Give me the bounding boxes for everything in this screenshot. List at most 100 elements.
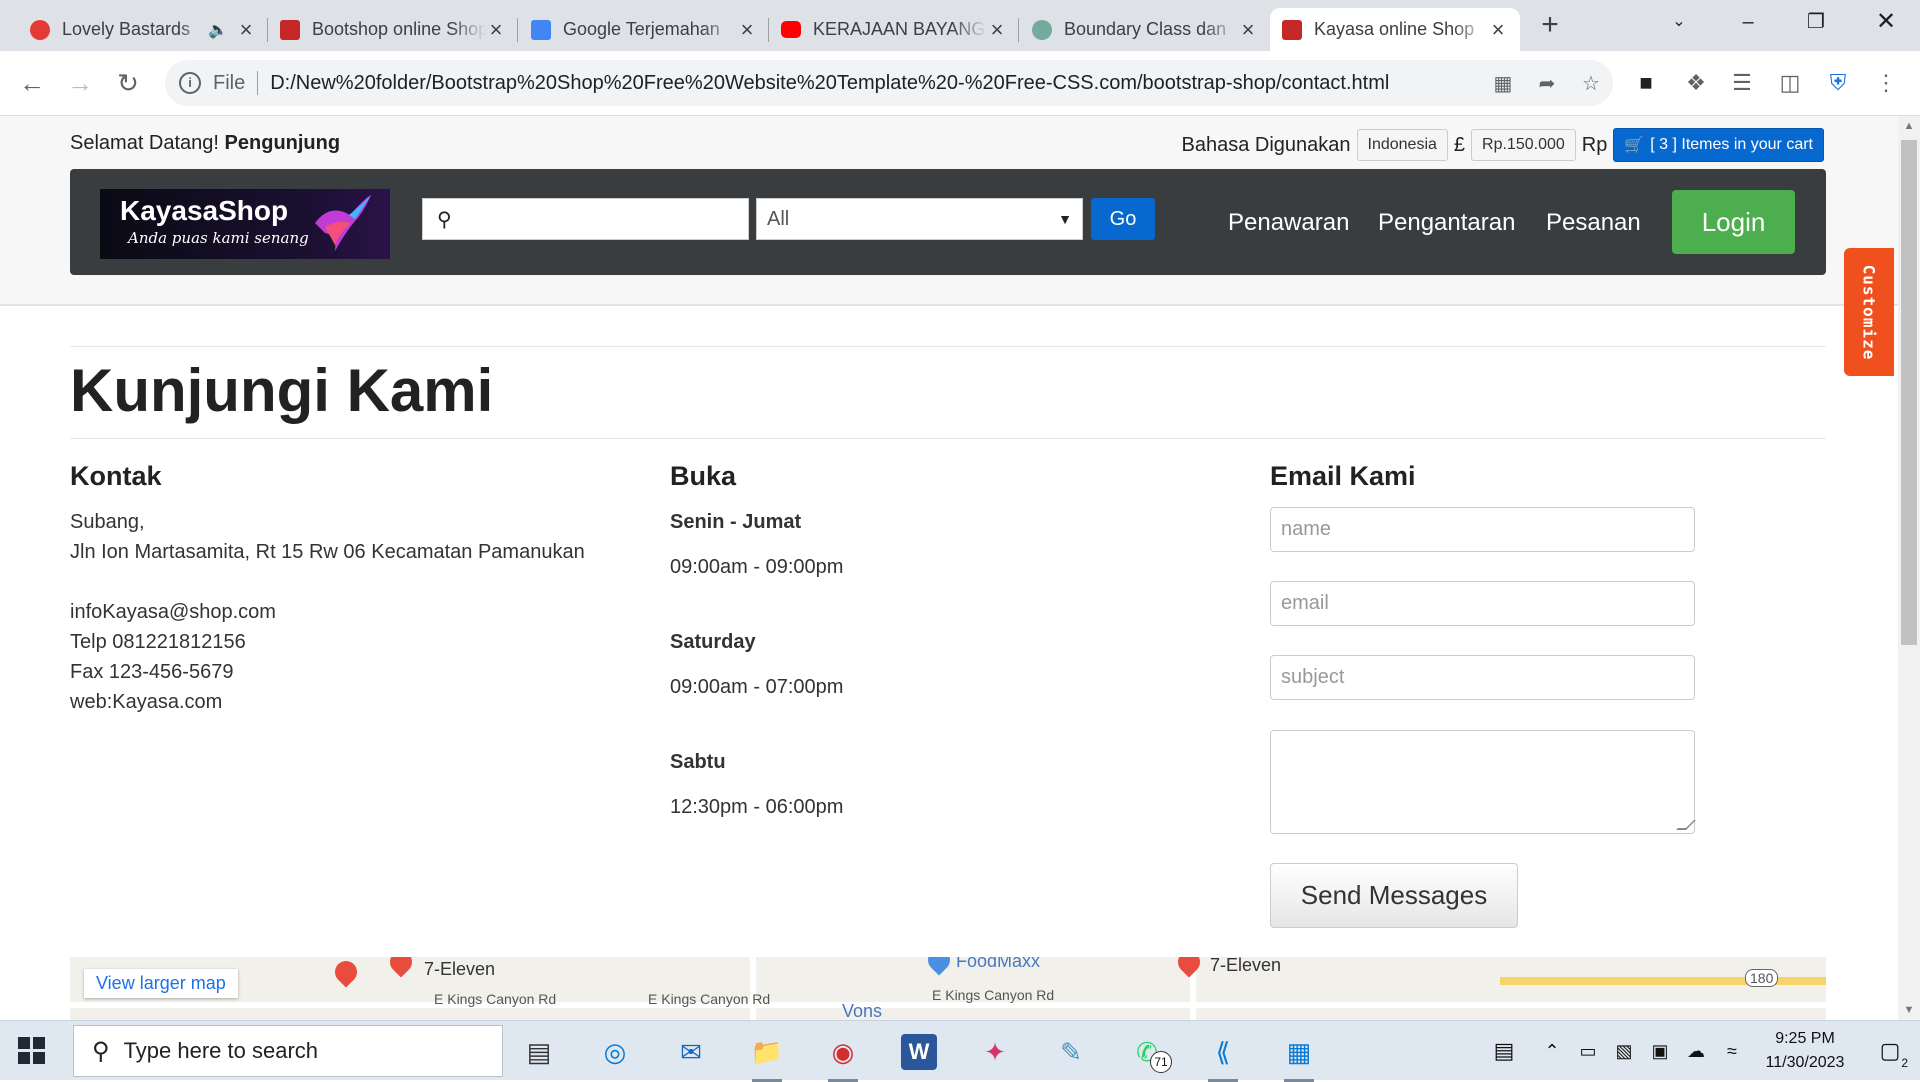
tab-search-icon[interactable]: ⌄ xyxy=(1645,0,1713,44)
wifi-icon[interactable]: ≈ xyxy=(1714,1041,1750,1062)
chrome-icon[interactable]: ◉ xyxy=(820,1029,866,1082)
site-logo[interactable]: KayasaShop Anda puas kami senang xyxy=(100,189,390,259)
nav-link-penawaran[interactable]: Penawaran xyxy=(1228,209,1349,237)
name-field[interactable]: name xyxy=(1270,507,1695,552)
subject-field[interactable]: subject xyxy=(1270,655,1695,700)
page-title: Kunjungi Kami xyxy=(70,357,494,424)
send-messages-button[interactable]: Send Messages xyxy=(1270,863,1518,928)
resize-handle-icon[interactable] xyxy=(1676,820,1696,830)
browser-tab[interactable]: Lovely Bastards 🔈 × xyxy=(18,8,268,51)
cart-button[interactable]: 🛒 [ 3 ] Itemes in your cart xyxy=(1613,128,1824,162)
url-text[interactable]: D:/New%20folder/Bootstrap%20Shop%20Free%… xyxy=(270,72,1481,95)
browser-tab[interactable]: KERAJAAN BAYANGAN × xyxy=(769,8,1019,51)
map-pin-icon[interactable] xyxy=(923,957,955,976)
edge-icon[interactable]: ◎ xyxy=(592,1029,638,1075)
windows-start-icon[interactable] xyxy=(18,1037,46,1065)
whatsapp-icon[interactable]: ✆ 71 xyxy=(1124,1029,1172,1075)
address-bar[interactable]: i File D:/New%20folder/Bootstrap%20Shop%… xyxy=(165,60,1613,106)
map-pin-icon[interactable] xyxy=(330,957,362,988)
vscode-icon[interactable]: ⟪ xyxy=(1200,1029,1246,1082)
contact-city: Subang, xyxy=(70,511,145,533)
notepad-icon[interactable]: ✎ xyxy=(1048,1029,1094,1075)
site-info-icon[interactable]: i xyxy=(179,72,201,94)
map-pin-icon[interactable] xyxy=(1173,957,1205,978)
contact-web: web:Kayasa.com xyxy=(70,691,223,713)
browser-tab[interactable]: Boundary Class dan × xyxy=(1020,8,1270,51)
reload-button[interactable]: ↻ xyxy=(110,65,146,101)
media-control-icon[interactable]: ☰ xyxy=(1724,65,1760,101)
go-button[interactable]: Go xyxy=(1091,198,1155,240)
scroll-up-icon[interactable]: ▲ xyxy=(1898,116,1920,136)
category-select[interactable]: All ▼ xyxy=(756,198,1083,240)
contact-address: Jln Ion Martasamita, Rt 15 Rw 06 Kecamat… xyxy=(70,541,585,563)
customize-tab[interactable]: Customize xyxy=(1844,248,1894,376)
extensions-puzzle-icon[interactable]: ❖ xyxy=(1678,65,1714,101)
tab-close-icon[interactable]: × xyxy=(737,17,757,43)
hours-day: Senin - Jumat xyxy=(670,511,802,533)
shield-icon[interactable]: ⛨ xyxy=(1820,65,1856,101)
store-icon[interactable]: ▦ xyxy=(1276,1029,1322,1082)
language-label: Bahasa Digunakan xyxy=(1181,133,1351,156)
taskbar-search-input[interactable]: ⚲ Type here to search xyxy=(73,1025,503,1077)
word-icon[interactable]: W xyxy=(901,1034,937,1070)
browser-tab-active[interactable]: Kayasa online Shop × xyxy=(1270,8,1520,51)
cloud-icon[interactable]: ☁ xyxy=(1678,1041,1714,1062)
whatsapp-badge: 71 xyxy=(1150,1051,1172,1073)
hours-day: Sabtu xyxy=(670,751,726,773)
browser-tab-strip: Lovely Bastards 🔈 × Bootshop online Shop… xyxy=(0,0,1920,51)
forward-button[interactable]: → xyxy=(62,65,98,101)
speaker-icon[interactable]: 🔈 xyxy=(208,20,228,40)
minimize-button[interactable]: – xyxy=(1714,0,1782,44)
windows-taskbar: ⚲ Type here to search ▤ ◎ ✉ 📁 ◉ W ✦ ✎ ✆ … xyxy=(0,1020,1920,1082)
search-input[interactable]: ⚲ xyxy=(422,198,749,240)
phone-link-icon[interactable]: ▧ xyxy=(1606,1041,1642,1062)
tab-close-icon[interactable]: × xyxy=(236,17,256,43)
hummingbird-icon xyxy=(315,195,371,251)
restore-button[interactable]: ❐ xyxy=(1782,0,1850,44)
tab-close-icon[interactable]: × xyxy=(1238,17,1258,43)
login-button[interactable]: Login xyxy=(1672,190,1795,254)
tab-close-icon[interactable]: × xyxy=(1488,17,1508,43)
view-larger-map-link[interactable]: View larger map xyxy=(84,969,238,998)
side-panel-icon[interactable]: ◫ xyxy=(1772,65,1808,101)
chevron-up-icon[interactable]: ⌃ xyxy=(1534,1041,1570,1062)
notification-icon[interactable]: ▢ 2 xyxy=(1860,1038,1920,1070)
currency-symbol[interactable]: Rp xyxy=(1582,134,1608,157)
menu-dots-icon[interactable]: ⋮ xyxy=(1868,65,1904,101)
page-scrollbar[interactable]: ▲ ▼ xyxy=(1898,116,1920,1020)
new-tab-button[interactable]: + xyxy=(1535,8,1565,42)
file-explorer-icon[interactable]: 📁 xyxy=(744,1029,790,1082)
google-map[interactable]: 7-Eleven E Kings Canyon Rd E Kings Canyo… xyxy=(70,957,1826,1020)
browser-tab[interactable]: Google Terjemahan × xyxy=(519,8,769,51)
tab-close-icon[interactable]: × xyxy=(486,17,506,43)
task-view-icon[interactable]: ▤ xyxy=(516,1029,562,1075)
mail-icon[interactable]: ✉ xyxy=(668,1029,714,1075)
message-textarea[interactable] xyxy=(1270,730,1696,834)
close-window-button[interactable]: ✕ xyxy=(1852,0,1920,44)
scroll-down-icon[interactable]: ▼ xyxy=(1898,1000,1920,1020)
scrollbar-thumb[interactable] xyxy=(1901,140,1917,645)
language-button[interactable]: Indonesia xyxy=(1356,129,1448,161)
chevron-down-icon: ▼ xyxy=(1058,211,1072,227)
display-icon[interactable]: ▣ xyxy=(1642,1041,1678,1062)
tab-close-icon[interactable]: × xyxy=(987,17,1007,43)
price-button[interactable]: Rp.150.000 xyxy=(1471,129,1576,161)
clock[interactable]: 9:25 PM 11/30/2023 xyxy=(1750,1027,1860,1075)
back-button[interactable]: ← xyxy=(14,65,50,101)
browser-tab[interactable]: Bootshop online Shop × xyxy=(268,8,518,51)
battery-icon[interactable]: ▭ xyxy=(1570,1041,1606,1062)
hours-heading: Buka xyxy=(670,461,737,491)
map-pin-icon[interactable] xyxy=(385,957,417,978)
nav-link-pesanan[interactable]: Pesanan xyxy=(1546,209,1641,237)
email-field[interactable]: email xyxy=(1270,581,1695,626)
news-widget-icon[interactable]: ▤ xyxy=(1474,1038,1534,1064)
star-app-icon[interactable]: ✦ xyxy=(972,1029,1018,1075)
pound-symbol[interactable]: £ xyxy=(1454,134,1465,157)
bookmark-star-icon[interactable]: ☆ xyxy=(1569,71,1613,96)
translate-icon[interactable]: ▦ xyxy=(1481,71,1525,96)
youtube-icon xyxy=(781,21,801,38)
share-icon[interactable]: ➦ xyxy=(1525,71,1569,96)
site-favicon-icon xyxy=(280,19,300,40)
nav-link-pengantaran[interactable]: Pengantaran xyxy=(1378,209,1515,237)
extension-icon[interactable]: ■ xyxy=(1628,65,1664,101)
